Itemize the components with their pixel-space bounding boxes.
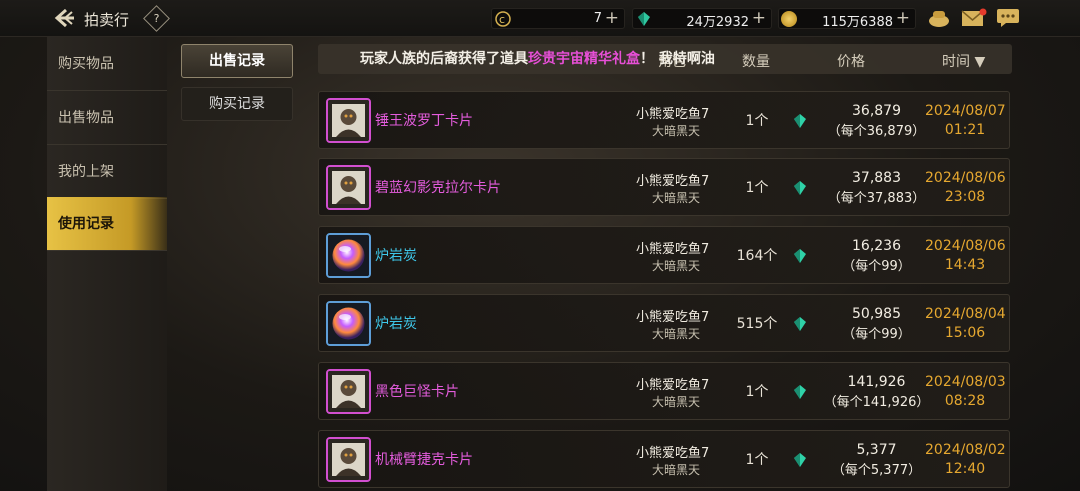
- gem-icon: [793, 113, 807, 133]
- gem-icon: [793, 384, 807, 404]
- server-name: 大暗黑天: [652, 463, 701, 477]
- coupon-icon: c: [495, 11, 511, 27]
- record-date: 2024/08/06: [925, 238, 1006, 254]
- gem-icon: [793, 316, 807, 336]
- record-date: 2024/08/04: [925, 306, 1006, 322]
- table-row[interactable]: 黑色巨怪卡片 小熊爱吃鱼7 大暗黑天 1个 141,926 （每个141,926） 2024…: [318, 362, 1010, 420]
- record-date: 2024/08/06: [925, 170, 1006, 186]
- unit-price: （每个99）: [842, 327, 911, 342]
- sidebar-item-buy[interactable]: 购买物品: [47, 37, 167, 91]
- sidebar-item-sell[interactable]: 出售物品: [47, 91, 167, 145]
- page-title: 拍卖行: [84, 11, 130, 29]
- sidebar: 购买物品 出售物品 我的上架 使用记录: [47, 37, 167, 491]
- card-portrait-icon[interactable]: [326, 369, 371, 414]
- total-price: 5,377: [856, 442, 897, 458]
- quantity: 164个: [736, 248, 778, 264]
- gem-icon: [793, 248, 807, 268]
- table-row[interactable]: 炉岩炭 小熊爱吃鱼7 大暗黑天 515个 50,985 （每个99） 2024/08/04 1…: [318, 294, 1010, 352]
- table-row[interactable]: 炉岩炭 小熊爱吃鱼7 大暗黑天 164个 16,236 （每个99） 2024/08/06 1…: [318, 226, 1010, 284]
- gem-icon: [636, 11, 652, 27]
- card-portrait-icon[interactable]: [326, 98, 371, 143]
- currency-gold: 115万6388 +: [778, 8, 916, 30]
- chat-icon[interactable]: [996, 8, 1020, 28]
- quantity: 515个: [736, 316, 778, 332]
- card-portrait-icon[interactable]: [326, 437, 371, 482]
- table-row[interactable]: 锤王波罗丁卡片 小熊爱吃鱼7 大暗黑天 1个 36,879 （每个36,879） 2024/…: [318, 91, 1010, 149]
- gem-icon: [793, 452, 807, 472]
- unit-price: （每个141,926）: [823, 395, 930, 410]
- lava-ore-icon[interactable]: [326, 301, 371, 346]
- top-bar: 拍卖行 ? c 7 + 24万2932 + 115万6388 +: [0, 0, 1080, 37]
- gem-icon: [793, 180, 807, 200]
- currency-gem: 24万2932 +: [632, 8, 772, 30]
- server-name: 大暗黑天: [652, 124, 701, 138]
- help-icon[interactable]: ?: [143, 5, 170, 32]
- currency-coupon: c 7 +: [491, 8, 625, 29]
- item-name: 碧蓝幻影克拉尔卡片: [375, 180, 501, 196]
- back-arrow-icon[interactable]: [52, 7, 78, 29]
- column-quantity: 数量: [742, 54, 770, 70]
- lava-ore-icon[interactable]: [326, 233, 371, 278]
- sidebar-item-usage-records[interactable]: 使用记录: [47, 197, 167, 251]
- column-price: 价格: [837, 54, 865, 70]
- gold-value: 115万6388: [822, 15, 893, 30]
- record-date: 2024/08/07: [925, 103, 1006, 119]
- total-price: 50,985: [852, 306, 901, 322]
- server-name: 大暗黑天: [652, 327, 701, 341]
- coupon-value: 7: [593, 11, 602, 26]
- broadcast-message: 玩家人族的后裔获得了道具珍贵宇宙精华礼盒！ 我特啊油: [360, 51, 715, 67]
- record-time: 12:40: [944, 461, 986, 477]
- add-gem-button[interactable]: +: [752, 8, 766, 28]
- record-time: 15:06: [944, 325, 986, 341]
- unit-price: （每个36,879）: [827, 124, 926, 139]
- record-time: 14:43: [944, 257, 986, 273]
- gold-coin-icon: [781, 11, 797, 27]
- quantity: 1个: [745, 384, 769, 400]
- item-name: 锤王波罗丁卡片: [375, 113, 473, 129]
- tab-sell-records[interactable]: 出售记录: [181, 44, 293, 78]
- seller-name: 小熊爱吃鱼7: [636, 242, 710, 257]
- add-coupon-button[interactable]: +: [605, 8, 619, 28]
- sidebar-item-my-listings[interactable]: 我的上架: [47, 145, 167, 199]
- unit-price: （每个99）: [842, 259, 911, 274]
- quantity: 1个: [745, 113, 769, 129]
- total-price: 36,879: [852, 103, 901, 119]
- unit-price: （每个5,377）: [831, 463, 922, 478]
- svg-text:c: c: [499, 13, 505, 26]
- quantity: 1个: [745, 452, 769, 468]
- item-name: 机械臂捷克卡片: [375, 452, 473, 468]
- gem-value: 24万2932: [686, 15, 749, 30]
- mail-icon[interactable]: [961, 8, 987, 28]
- table-row[interactable]: 碧蓝幻影克拉尔卡片 小熊爱吃鱼7 大暗黑天 1个 37,883 （每个37,883） 202…: [318, 158, 1010, 216]
- total-price: 16,236: [852, 238, 901, 254]
- seller-name: 小熊爱吃鱼7: [636, 310, 710, 325]
- column-time-sort[interactable]: 时间 ▼: [942, 51, 985, 71]
- record-time: 01:21: [944, 122, 986, 138]
- total-price: 37,883: [852, 170, 901, 186]
- record-time: 23:08: [944, 189, 986, 205]
- item-name: 炉岩炭: [375, 248, 417, 264]
- server-name: 大暗黑天: [652, 259, 701, 273]
- seller-name: 小熊爱吃鱼7: [636, 378, 710, 393]
- table-row[interactable]: 机械臂捷克卡片 小熊爱吃鱼7 大暗黑天 1个 5,377 （每个5,377） 2024/08…: [318, 430, 1010, 488]
- record-time: 08:28: [944, 393, 986, 409]
- seller-name: 小熊爱吃鱼7: [636, 174, 710, 189]
- seller-name: 小熊爱吃鱼7: [636, 446, 710, 461]
- total-price: 141,926: [847, 374, 906, 390]
- unit-price: （每个37,883）: [827, 191, 926, 206]
- add-gold-button[interactable]: +: [896, 8, 910, 28]
- quantity: 1个: [745, 180, 769, 196]
- card-portrait-icon[interactable]: [326, 165, 371, 210]
- record-date: 2024/08/02: [925, 442, 1006, 458]
- record-date: 2024/08/03: [925, 374, 1006, 390]
- shop-bag-icon[interactable]: [927, 8, 951, 28]
- item-name: 黑色巨怪卡片: [375, 384, 459, 400]
- tab-buy-records[interactable]: 购买记录: [181, 87, 293, 121]
- server-name: 大暗黑天: [652, 395, 701, 409]
- seller-name: 小熊爱吃鱼7: [636, 107, 710, 122]
- server-name: 大暗黑天: [652, 191, 701, 205]
- item-name: 炉岩炭: [375, 316, 417, 332]
